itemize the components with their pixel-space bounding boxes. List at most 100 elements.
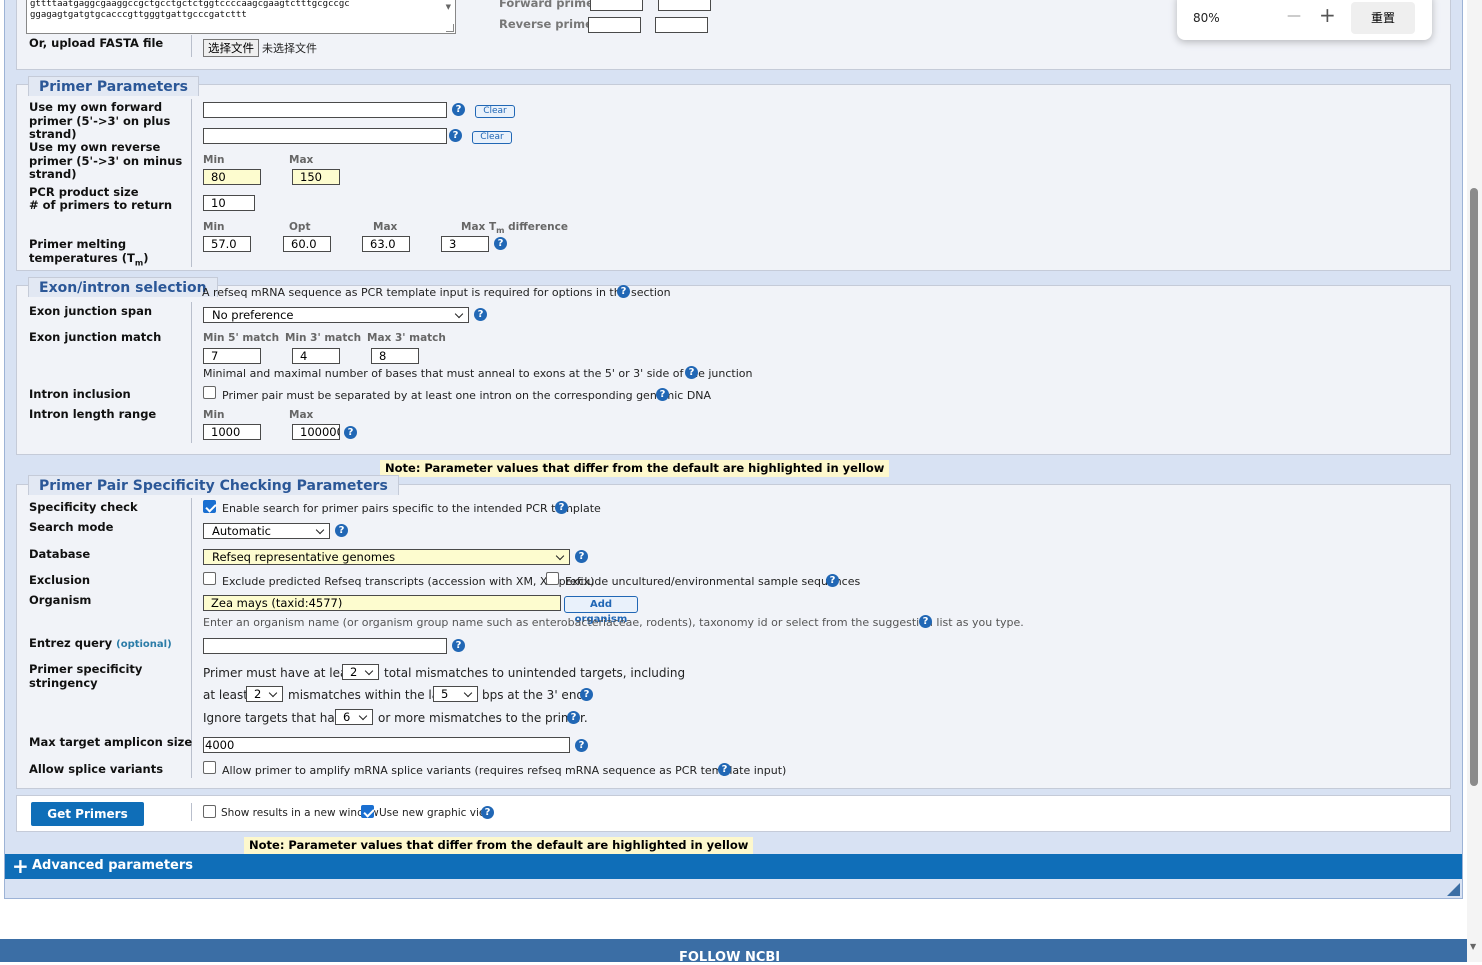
reverse-primer-input[interactable]	[203, 128, 447, 144]
max3-input[interactable]: 8	[371, 348, 419, 364]
choose-file-button[interactable]: 选择文件	[203, 39, 259, 57]
forward-primer-from[interactable]	[590, 0, 643, 11]
intron-length-label: Intron length range	[29, 407, 157, 421]
help-icon[interactable]: ?	[718, 763, 731, 776]
min3-input[interactable]: 4	[292, 348, 340, 364]
tm-min-input[interactable]: 57.0	[203, 236, 251, 252]
help-icon[interactable]: ?	[452, 103, 465, 116]
plus-icon: +	[12, 854, 29, 878]
help-icon[interactable]: ?	[335, 524, 348, 537]
forward-primer-input[interactable]	[203, 102, 447, 118]
organism-input[interactable]: Zea mays (taxid:4577)	[203, 595, 561, 611]
exclude-uncultured-text: Exclude uncultured/environmental sample …	[565, 575, 861, 588]
tm-diff-input[interactable]: 3	[441, 236, 489, 252]
add-organism-button[interactable]: Add organism	[564, 596, 638, 625]
help-icon[interactable]: ?	[656, 388, 669, 401]
chevron-down-icon	[315, 525, 325, 535]
sequence-textarea[interactable]: gttttaatgaggcgaaggccgctgcctgctctggtcccca…	[26, 0, 456, 34]
scroll-down-icon[interactable]: ▼	[1470, 942, 1476, 951]
help-icon[interactable]: ?	[474, 308, 487, 321]
exon-intron-legend: Exon/intron selection	[28, 277, 218, 297]
min5-input[interactable]: 7	[203, 348, 261, 364]
three-prime-mismatch-select[interactable]: 2	[246, 686, 283, 702]
help-icon[interactable]: ?	[481, 806, 494, 819]
zoom-popup: 80% — + 重置	[1177, 0, 1432, 40]
forward-primer-to[interactable]	[658, 0, 711, 11]
reverse-primer-from[interactable]	[588, 17, 641, 33]
new-window-checkbox[interactable]	[203, 805, 216, 818]
clear-forward-button[interactable]: Clear	[475, 105, 515, 118]
advanced-parameters-bar[interactable]: + Advanced parameters	[5, 854, 1462, 879]
match-note: Minimal and maximal number of bases that…	[203, 367, 753, 380]
min-label: Min	[203, 154, 225, 166]
zoom-out-button[interactable]: —	[1287, 8, 1301, 24]
intron-min-input[interactable]: 1000	[203, 424, 261, 440]
splice-checkbox[interactable]	[203, 761, 216, 774]
help-icon[interactable]: ?	[580, 688, 593, 701]
min5-label: Min 5' match	[203, 332, 280, 344]
ignore-targets-select[interactable]: 6	[335, 709, 373, 725]
database-select[interactable]: Refseq representative genomes	[203, 549, 570, 565]
specificity-checkbox[interactable]	[203, 500, 216, 513]
opt-label: Opt	[289, 221, 311, 233]
advanced-label: Advanced parameters	[32, 858, 194, 873]
help-icon[interactable]: ?	[344, 426, 357, 439]
amplicon-input[interactable]: 4000	[203, 737, 570, 753]
divider	[191, 803, 192, 821]
last-bps-select[interactable]: 5	[433, 686, 478, 702]
zoom-in-button[interactable]: +	[1319, 3, 1336, 27]
sequence-line: gttttaatgaggcgaaggccgctgcctgctctggtcccca…	[30, 0, 350, 9]
min-label: Min	[203, 221, 225, 233]
help-icon[interactable]: ?	[449, 129, 462, 142]
chevron-down-icon	[358, 711, 368, 721]
sequence-line: ggagagtgatgtgcacccgttgggtgattgcccgatcttt	[30, 10, 247, 20]
max3-label: Max 3' match	[367, 332, 446, 344]
primer-parameters-legend: Primer Parameters	[28, 76, 200, 96]
pcr-max-input[interactable]: 150	[292, 169, 340, 185]
entrez-label: Entrez query (optional)	[29, 636, 172, 650]
tm-max-input[interactable]: 63.0	[362, 236, 410, 252]
junction-span-label: Exon junction span	[29, 304, 153, 318]
stringency-text: at least	[203, 688, 248, 702]
help-icon[interactable]: ?	[919, 615, 932, 628]
reverse-primer-to[interactable]	[655, 17, 708, 33]
exclude-predicted-text: Exclude predicted Refseq transcripts (ac…	[222, 575, 595, 588]
zoom-reset-button[interactable]: 重置	[1351, 2, 1415, 34]
resize-corner-icon[interactable]	[1447, 883, 1460, 896]
scrollbar-thumb[interactable]	[1470, 188, 1478, 786]
intron-inclusion-checkbox[interactable]	[203, 386, 216, 399]
tm-diff-label: Max Tm difference	[461, 221, 568, 236]
resize-handle-icon[interactable]	[446, 24, 454, 32]
total-mismatch-select[interactable]: 2	[342, 664, 379, 680]
exon-note: A refseq mRNA sequence as PCR template i…	[202, 286, 671, 299]
tm-label: Primer melting temperatures (Tm)	[29, 237, 149, 267]
help-icon[interactable]: ?	[826, 574, 839, 587]
exclude-predicted-checkbox[interactable]	[203, 572, 216, 585]
entrez-input[interactable]	[203, 638, 447, 654]
help-icon[interactable]: ?	[555, 501, 568, 514]
help-icon[interactable]: ?	[685, 366, 698, 379]
graphic-view-checkbox[interactable]	[361, 805, 374, 818]
help-icon[interactable]: ?	[575, 739, 588, 752]
search-mode-select[interactable]: Automatic	[203, 523, 330, 539]
tm-opt-input[interactable]: 60.0	[283, 236, 331, 252]
scrollbar[interactable]: ▼	[1467, 0, 1482, 962]
help-icon[interactable]: ?	[575, 550, 588, 563]
clear-reverse-button[interactable]: Clear	[472, 131, 512, 144]
exclude-uncultured-checkbox[interactable]	[546, 572, 559, 585]
specificity-check-label: Specificity check	[29, 500, 138, 514]
pcr-min-input[interactable]: 80	[203, 169, 261, 185]
junction-span-select[interactable]: No preference	[203, 307, 469, 323]
intron-max-input[interactable]: 1000000	[292, 424, 340, 440]
get-primers-button[interactable]: Get Primers	[31, 802, 144, 826]
scroll-down-icon[interactable]: ▼	[446, 3, 451, 11]
num-primers-input[interactable]: 10	[203, 195, 255, 211]
chevron-down-icon	[454, 309, 464, 319]
chevron-down-icon	[463, 688, 473, 698]
new-window-text: Show results in a new window	[221, 807, 379, 819]
help-icon[interactable]: ?	[567, 711, 580, 724]
optional-tag: (optional)	[116, 639, 172, 650]
help-icon[interactable]: ?	[452, 639, 465, 652]
help-icon[interactable]: ?	[494, 237, 507, 250]
help-icon[interactable]: ?	[617, 285, 630, 298]
